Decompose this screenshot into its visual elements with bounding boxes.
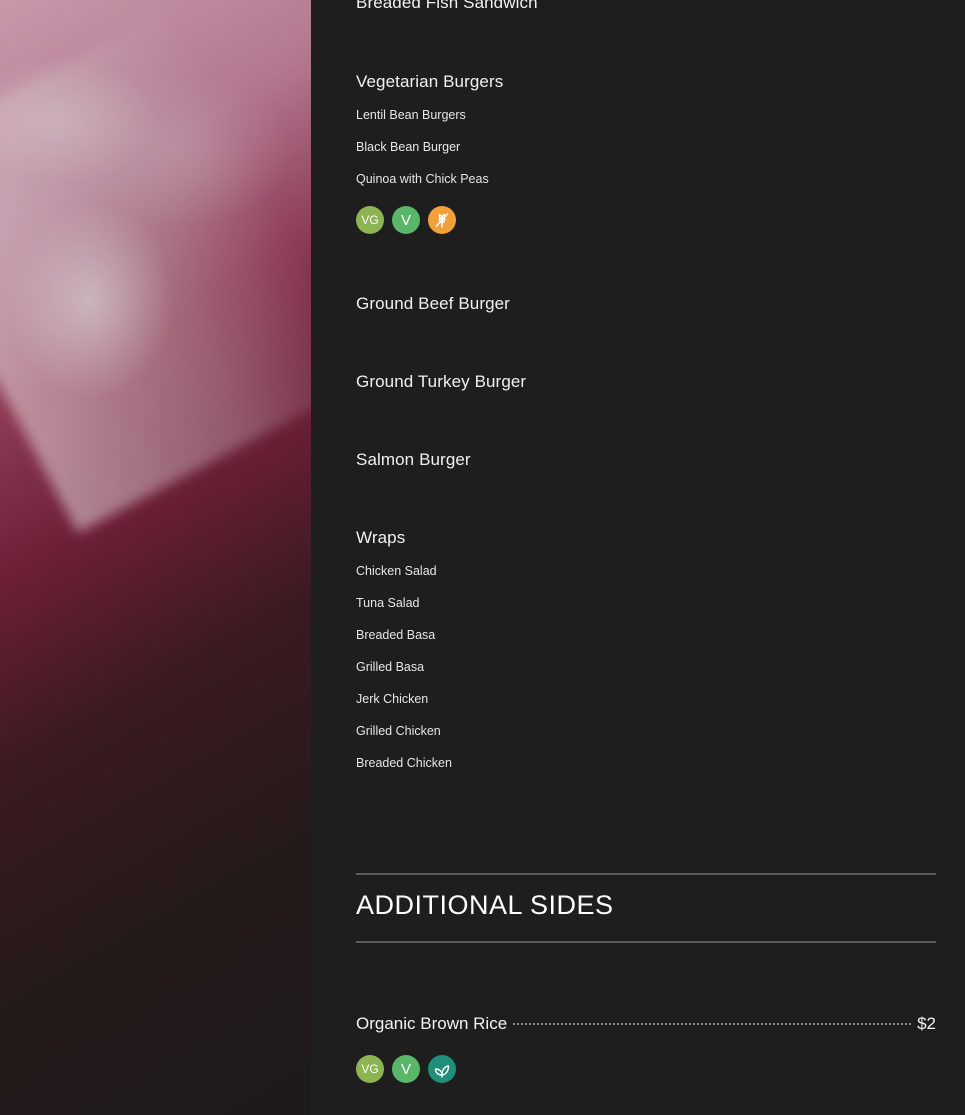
item-price: $2 bbox=[917, 1014, 936, 1033]
option-tuna-salad: Tuna Salad bbox=[356, 596, 420, 610]
item-name: Organic Brown Rice bbox=[356, 1014, 508, 1033]
section-title-additional-sides: ADDITIONAL SIDES bbox=[356, 890, 614, 920]
dot-leader bbox=[513, 1023, 912, 1025]
vegan-badge: VG bbox=[356, 1055, 384, 1083]
option-breaded-chicken: Breaded Chicken bbox=[356, 756, 452, 770]
option-breaded-basa: Breaded Basa bbox=[356, 628, 436, 642]
option-lentil-bean-burgers: Lentil Bean Burgers bbox=[356, 108, 466, 122]
vegetarian-dietary-badges: VG V bbox=[356, 206, 456, 234]
menu-item-ground-turkey-burger: Ground Turkey Burger bbox=[356, 372, 527, 391]
gluten-free-icon bbox=[428, 206, 456, 234]
option-grilled-basa: Grilled Basa bbox=[356, 660, 425, 674]
section-divider-top bbox=[356, 873, 936, 875]
option-grilled-chicken: Grilled Chicken bbox=[356, 724, 441, 738]
section-divider-bottom bbox=[356, 941, 936, 943]
vegetarian-badge: V bbox=[392, 1055, 420, 1083]
option-jerk-chicken: Jerk Chicken bbox=[356, 692, 429, 706]
brown-rice-dietary-badges: VG V bbox=[356, 1055, 456, 1083]
menu-item-organic-brown-rice: Organic Brown Rice $2 bbox=[356, 1014, 936, 1034]
option-chicken-salad: Chicken Salad bbox=[356, 564, 437, 578]
menu-item-wraps: Wraps bbox=[356, 528, 406, 547]
option-black-bean-burger: Black Bean Burger bbox=[356, 140, 461, 154]
menu-side-photo bbox=[0, 0, 311, 1115]
option-quinoa-chick-peas: Quinoa with Chick Peas bbox=[356, 172, 489, 186]
menu-item-breaded-fish-sandwich: Breaded Fish Sandwich bbox=[356, 0, 538, 12]
vegan-badge: VG bbox=[356, 206, 384, 234]
menu-item-salmon-burger: Salmon Burger bbox=[356, 450, 471, 469]
organic-leaf-icon bbox=[428, 1055, 456, 1083]
vegetarian-badge: V bbox=[392, 206, 420, 234]
menu-item-vegetarian-burgers: Vegetarian Burgers bbox=[356, 72, 504, 91]
menu-item-ground-beef-burger: Ground Beef Burger bbox=[356, 294, 510, 313]
